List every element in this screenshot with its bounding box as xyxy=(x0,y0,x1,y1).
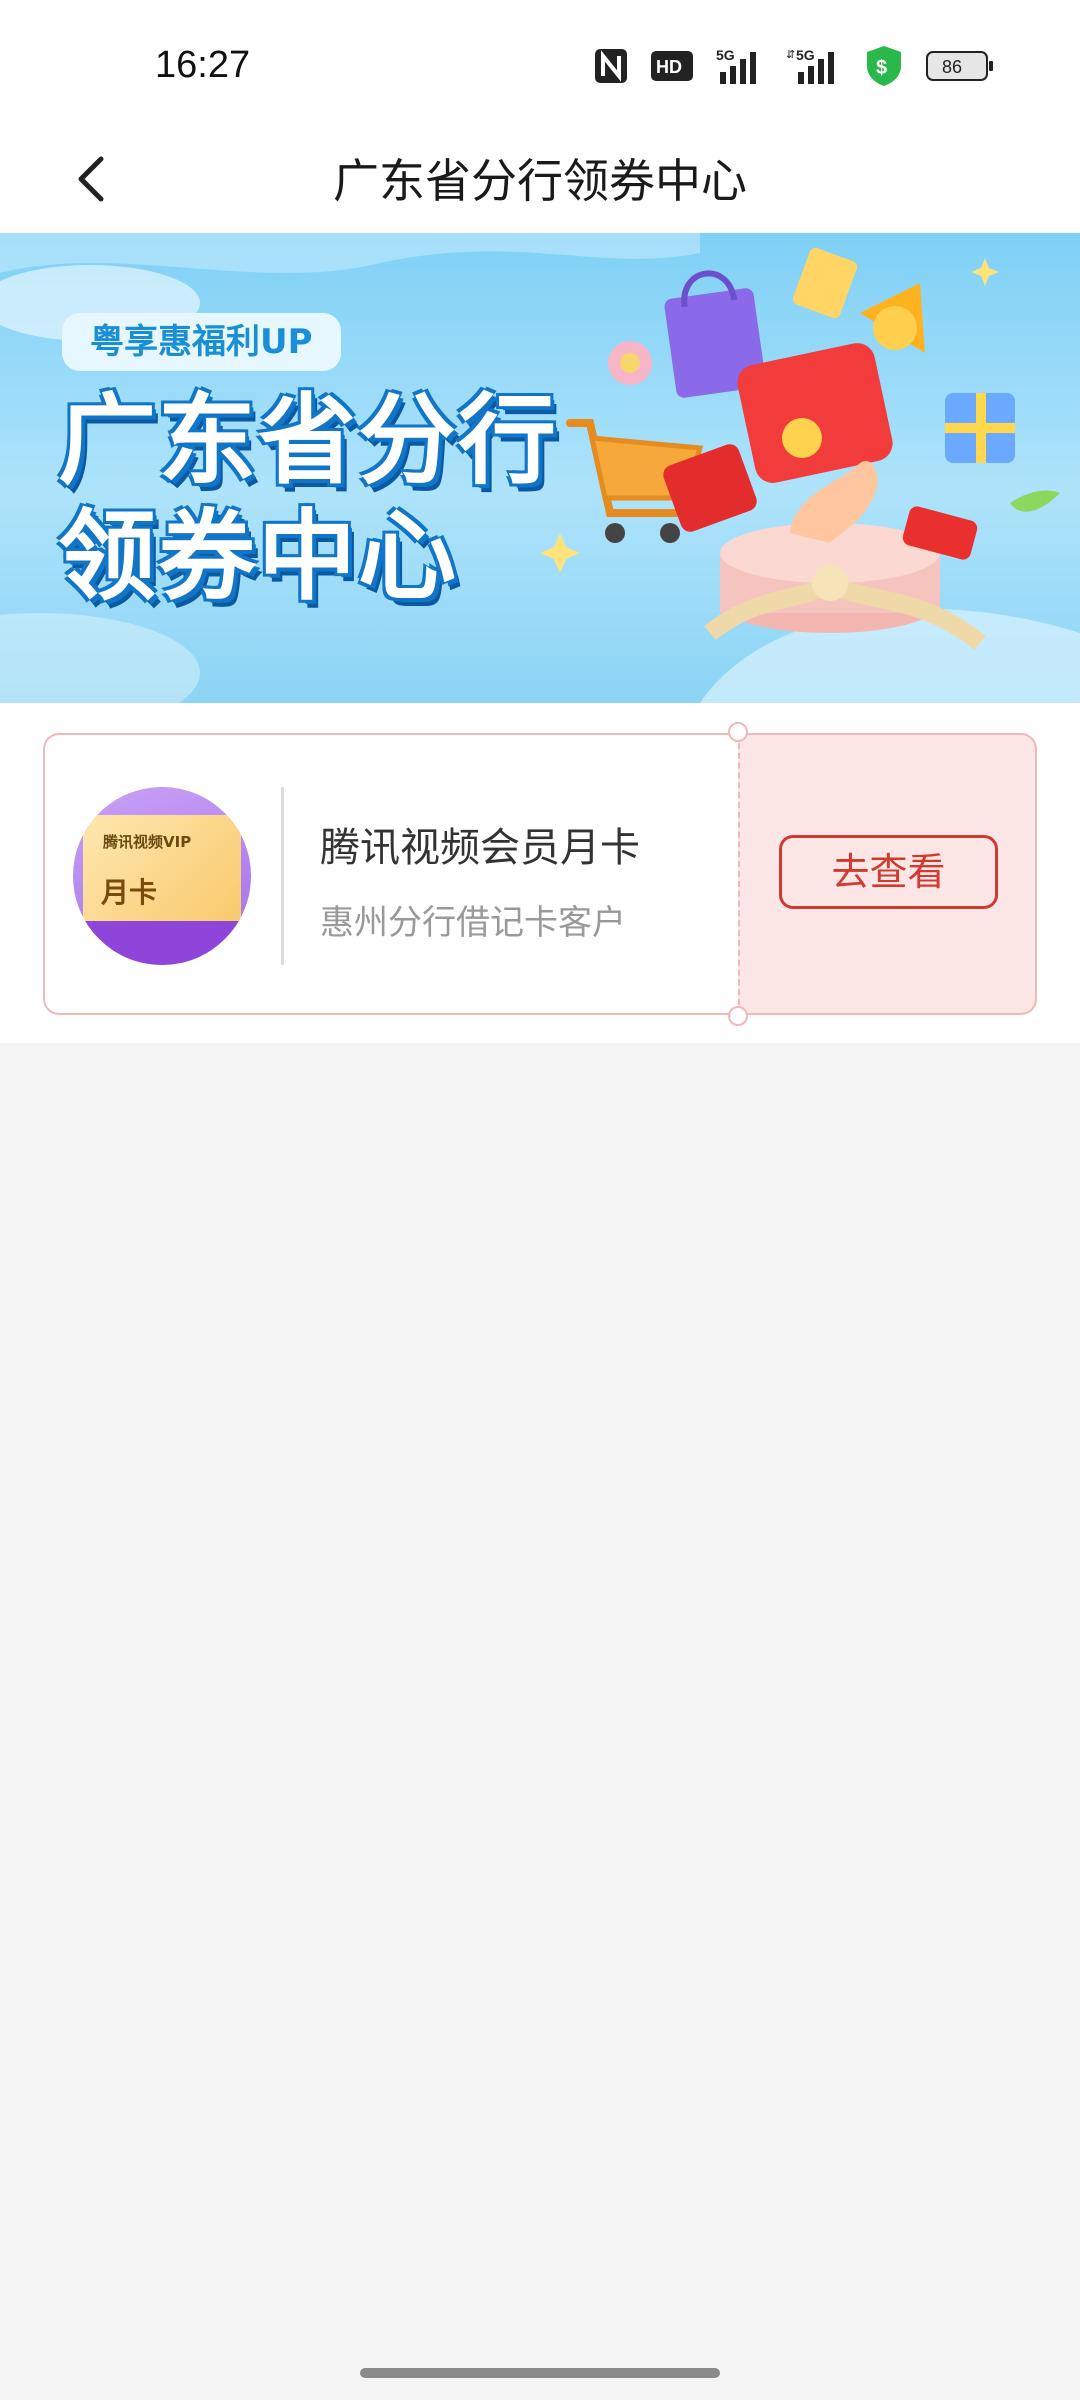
signal-5g-icon: 5G xyxy=(716,46,764,86)
coupon-notch-bottom xyxy=(728,1006,748,1026)
banner-title: 广东省分行 领券中心 xyxy=(58,383,558,615)
coupon-action-area: 去查看 xyxy=(738,733,1037,1015)
coupon-thumbnail: 腾讯视频VIP 月卡 xyxy=(73,787,251,965)
hd-icon: HD xyxy=(650,50,694,82)
nfc-icon xyxy=(594,48,628,84)
svg-text:$: $ xyxy=(876,57,887,79)
thumb-brand: 腾讯视频VIP xyxy=(103,833,192,851)
home-indicator[interactable] xyxy=(360,2368,720,2378)
coupon-description: 惠州分行借记卡客户 xyxy=(320,903,626,943)
status-bar: 16:27 HD 5G ⇵ 5G $ 86 xyxy=(0,0,1080,130)
security-shield-icon: $ xyxy=(864,44,904,88)
promo-banner[interactable]: 粤享惠福利UP 广东省分行 领券中心 xyxy=(0,233,1080,703)
coupon-name: 腾讯视频会员月卡 xyxy=(320,825,640,871)
status-time: 16:27 xyxy=(155,44,251,86)
banner-title-line1: 广东省分行 xyxy=(58,384,559,498)
thumb-text: 月卡 xyxy=(101,876,158,909)
page-header: 广东省分行领券中心 xyxy=(0,130,1080,233)
svg-text:5G: 5G xyxy=(796,47,815,63)
thumb-bottom-strip xyxy=(73,921,251,965)
status-icons: HD 5G ⇵ 5G $ 86 xyxy=(594,44,994,88)
banner-title-line2: 领券中心 xyxy=(58,500,459,614)
banner-tag: 粤享惠福利UP xyxy=(62,313,341,371)
coupon-divider xyxy=(281,787,284,965)
battery-level: 86 xyxy=(942,57,962,77)
coupon-notch-top xyxy=(728,722,748,742)
coupon-card[interactable]: 腾讯视频VIP 月卡 腾讯视频会员月卡 惠州分行借记卡客户 去查看 xyxy=(43,722,1037,1026)
coupon-main: 腾讯视频VIP 月卡 腾讯视频会员月卡 惠州分行借记卡客户 xyxy=(43,733,738,1015)
gift-illustration xyxy=(540,247,1060,651)
page-title: 广东省分行领券中心 xyxy=(333,154,747,208)
coupon-list: 腾讯视频VIP 月卡 腾讯视频会员月卡 惠州分行借记卡客户 去查看 xyxy=(0,703,1080,1043)
view-coupon-button[interactable]: 去查看 xyxy=(779,835,998,909)
svg-text:HD: HD xyxy=(656,57,682,77)
svg-text:⇵: ⇵ xyxy=(786,49,795,61)
battery-icon: 86 xyxy=(926,51,994,81)
svg-text:5G: 5G xyxy=(716,47,735,63)
signal-5g-icon: ⇵ 5G xyxy=(786,46,842,86)
